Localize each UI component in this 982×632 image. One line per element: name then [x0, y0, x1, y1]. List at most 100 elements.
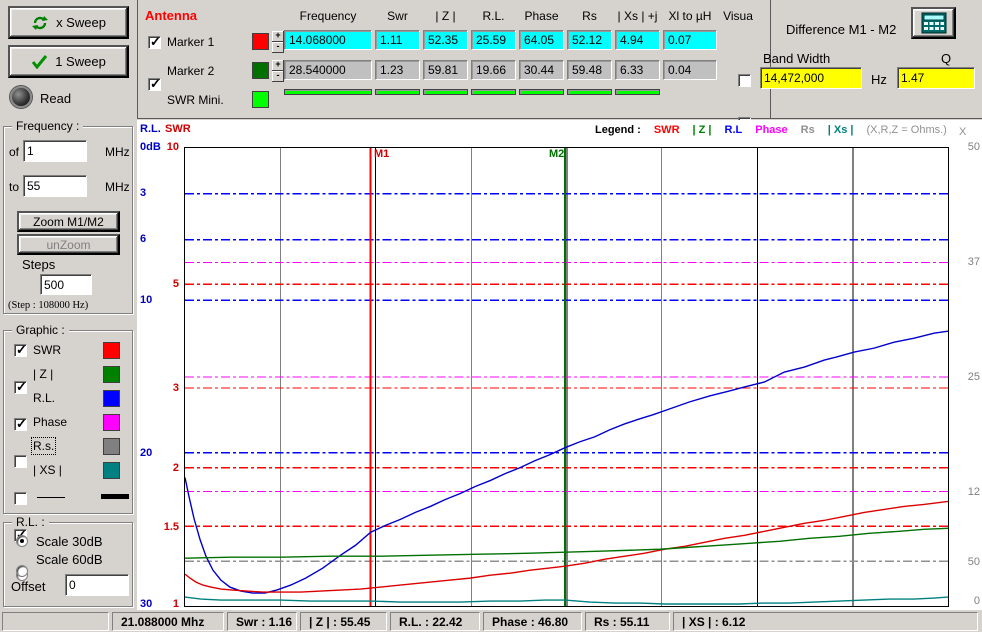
- single-sweep-label: 1 Sweep: [55, 54, 106, 69]
- legend-phase: Phase: [755, 124, 787, 136]
- m1-visua-checkbox[interactable]: [738, 74, 751, 87]
- marker2-checkbox[interactable]: [148, 78, 161, 91]
- status-phase: Phase : 46.80: [483, 612, 582, 631]
- marker1-flag[interactable]: M1: [374, 148, 389, 160]
- marker2-label: Marker 2: [167, 64, 214, 78]
- swr-mini-label: SWR Mini.: [167, 93, 224, 107]
- m2-rl-cell: 19.66: [471, 60, 516, 80]
- of-label: of: [9, 145, 19, 159]
- graphic-swr-checkbox[interactable]: [14, 344, 27, 357]
- m2-frequency-cell[interactable]: 28.540000: [284, 60, 372, 80]
- m1-frequency-cell[interactable]: 14.068000: [284, 30, 372, 50]
- m1-rs-cell: 52.12: [567, 30, 612, 50]
- z-color-swatch[interactable]: [103, 366, 120, 383]
- q-label: Q: [941, 51, 951, 66]
- graphic-group-title: Graphic :: [12, 323, 69, 337]
- legend-swr: SWR: [654, 124, 680, 136]
- unzoom-button[interactable]: unZoom: [17, 234, 120, 255]
- q-value-field: 1.47: [897, 67, 975, 89]
- single-sweep-button[interactable]: 1 Sweep: [8, 45, 129, 78]
- difference-title: Difference M1 - M2: [786, 22, 896, 37]
- spinner-down-icon[interactable]: -: [272, 42, 284, 53]
- m2-z-cell: 59.81: [423, 60, 468, 80]
- m2-phase-cell: 30.44: [519, 60, 564, 80]
- marker2-flag[interactable]: M2: [549, 148, 564, 160]
- spinner-down-icon[interactable]: -: [272, 71, 284, 82]
- graphic-rs-checkbox[interactable]: [14, 492, 27, 505]
- steps-label: Steps: [22, 257, 55, 272]
- status-rl: R.L. : 22.42: [390, 612, 480, 631]
- phase-color-swatch[interactable]: [103, 414, 120, 431]
- col-visua: Visua: [719, 9, 757, 23]
- graphic-rl-label: R.L.: [33, 391, 55, 405]
- graphic-rs-label: R.s.: [33, 439, 54, 453]
- marker-table-header: Frequency Swr | Z | R.L. Phase Rs | Xs |…: [284, 9, 717, 23]
- plot-area[interactable]: [184, 147, 949, 607]
- graphic-phase-checkbox[interactable]: [14, 455, 27, 468]
- col-xs: | Xs | +j: [615, 9, 660, 23]
- mhz-label: MHz: [105, 180, 130, 194]
- marker2-color-swatch[interactable]: [252, 62, 269, 79]
- marker1-row: 14.068000 1.11 52.35 25.59 64.05 52.12 4…: [284, 30, 717, 50]
- check-icon: [31, 54, 48, 69]
- read-knob-icon[interactable]: [10, 86, 32, 108]
- marker1-label: Marker 1: [167, 35, 214, 49]
- swr-axis-corner-label: SWR: [165, 123, 191, 135]
- scale-30db-radio[interactable]: [16, 535, 28, 547]
- to-label: to: [9, 180, 19, 194]
- m1-phase-cell: 64.05: [519, 30, 564, 50]
- graphic-rl-checkbox[interactable]: [14, 418, 27, 431]
- m2-rs-cell: 59.48: [567, 60, 612, 80]
- rl-color-swatch[interactable]: [103, 390, 120, 407]
- m1-rl-cell: 25.59: [471, 30, 516, 50]
- m1-z-cell: 52.35: [423, 30, 468, 50]
- swr-mini-color-swatch[interactable]: [252, 91, 269, 108]
- graphic-z-checkbox[interactable]: [14, 381, 27, 394]
- bandwidth-value-field: 14,472,000: [760, 67, 862, 89]
- mini-cell: [615, 89, 660, 95]
- legend-units-note: (X,R,Z = Ohms.): [866, 124, 946, 136]
- status-z: | Z | : 55.45: [300, 612, 387, 631]
- rs-color-swatch[interactable]: [103, 438, 120, 455]
- rl-scale-group: R.L. : Scale 30dB Scale 60dB Offset 0: [3, 522, 133, 607]
- xs-color-swatch[interactable]: [103, 462, 120, 479]
- m1-xs-cell: 4.94: [615, 30, 660, 50]
- sweep-cycle-icon: [31, 15, 49, 31]
- graphic-z-label: | Z |: [33, 367, 53, 381]
- legend-z: | Z |: [693, 124, 712, 136]
- m1-swr-cell: 1.11: [375, 30, 420, 50]
- marker1-spinner[interactable]: + -: [272, 31, 284, 53]
- steps-input[interactable]: 500: [40, 274, 92, 295]
- legend-label: Legend :: [595, 124, 641, 136]
- thin-line-icon: [37, 497, 65, 498]
- sweep-curves-svg: [185, 148, 948, 606]
- calculator-icon: [921, 12, 947, 34]
- calculator-button[interactable]: [911, 7, 956, 39]
- frequency-group: Frequency : of 1 MHz to 55 MHz Zoom M1/M…: [3, 126, 133, 314]
- marker2-spinner[interactable]: + -: [272, 60, 284, 82]
- multi-sweep-button[interactable]: x Sweep: [8, 6, 129, 39]
- marker1-checkbox[interactable]: [148, 36, 161, 49]
- status-swr: Swr : 1.16: [227, 612, 297, 631]
- legend-rl: R.L: [725, 124, 743, 136]
- divider: [137, 118, 982, 119]
- status-empty: [2, 612, 109, 631]
- antenna-analyzer-app: { "top": { "sweep_multi_label": "x Sweep…: [0, 0, 982, 632]
- swr-color-swatch[interactable]: [103, 342, 120, 359]
- freq-to-input[interactable]: 55: [23, 175, 87, 197]
- mini-cell: [471, 89, 516, 95]
- scale-60db-radio[interactable]: [16, 565, 28, 577]
- mhz-label: MHz: [105, 145, 130, 159]
- thick-line-icon: [101, 494, 129, 499]
- freq-from-input[interactable]: 1: [23, 140, 87, 162]
- marker1-color-swatch[interactable]: [252, 33, 269, 50]
- offset-label: Offset: [11, 579, 45, 594]
- marker2-row: 28.540000 1.23 59.81 19.66 30.44 59.48 6…: [284, 60, 717, 80]
- graphic-phase-label: Phase: [33, 415, 67, 429]
- divider: [137, 0, 138, 118]
- sidebar: Frequency : of 1 MHz to 55 MHz Zoom M1/M…: [0, 118, 137, 610]
- offset-input[interactable]: 0: [65, 574, 129, 596]
- graphic-swr-label: SWR: [33, 343, 61, 357]
- zoom-m1-m2-button[interactable]: Zoom M1/M2: [17, 211, 120, 232]
- col-frequency: Frequency: [284, 9, 372, 23]
